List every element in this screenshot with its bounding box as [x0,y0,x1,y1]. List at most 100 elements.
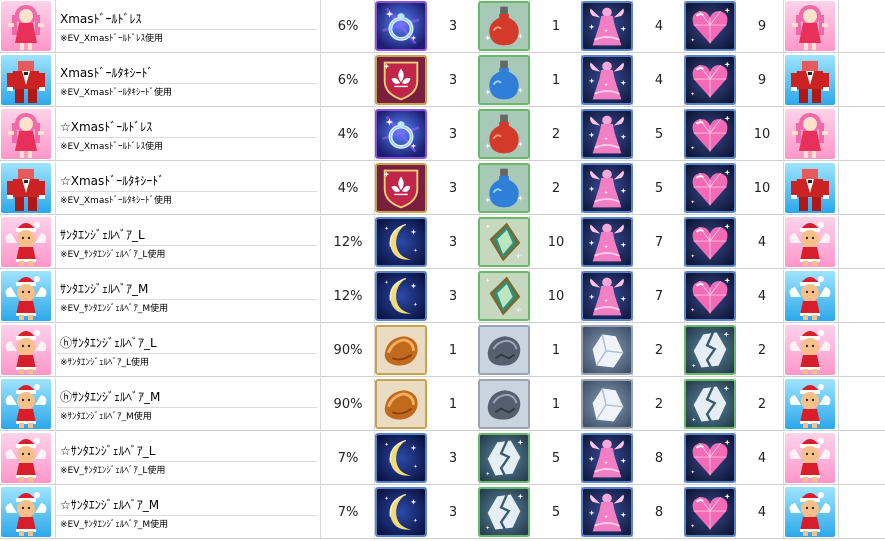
material-count: 10 [547,288,565,304]
column-divider [783,54,784,106]
santa-angel-icon [1,379,51,429]
material-icon-cell [684,108,736,160]
column-divider [838,270,839,322]
material-icon-cell [375,108,427,160]
result-avatar-right [785,108,835,160]
column-divider [838,432,839,484]
column-divider [838,54,839,106]
column-divider [783,378,784,430]
material-count: 5 [551,450,561,466]
table-row: ☆Xmasﾄﾞｰﾙﾀｷｼｰﾄﾞ ※EV_Xmasﾄﾞｰﾙﾀｷｼｰﾄﾞ使用 4% 3… [0,162,885,215]
column-divider [838,0,839,52]
item-requirement: ※EV_ｻﾝﾀｴﾝｼﾞｪﾙﾍﾞｱ_M使用 [60,520,169,530]
material-icon-cell [684,270,736,322]
column-divider [320,108,321,160]
result-avatar-right [785,0,835,52]
material-count: 3 [448,180,458,196]
material-count: 1 [551,396,561,412]
santa-angel-icon [785,379,835,429]
result-avatar-left [1,270,51,322]
material-icon-cell [375,324,427,376]
column-divider [783,162,784,214]
cracked-crystal-icon [684,379,736,429]
material-icon-cell [684,432,736,484]
column-divider [783,0,784,52]
success-rate: 7% [337,450,359,466]
pink-dress-icon [581,1,633,51]
result-avatar-right [785,54,835,106]
cracked-crystal-icon [478,433,530,483]
pink-dress-icon [581,433,633,483]
material-icon-cell [581,108,633,160]
column-divider [320,432,321,484]
pink-heart-gem-icon [684,55,736,105]
santa-angel-icon [1,325,51,375]
material-count: 2 [757,396,767,412]
dark-ore-icon [478,325,530,375]
pink-heart-gem-icon [684,271,736,321]
material-count: 10 [753,180,771,196]
green-card-icon [478,271,530,321]
material-count: 3 [448,234,458,250]
material-count: 8 [654,450,664,466]
column-divider [320,162,321,214]
copper-ore-icon [375,379,427,429]
name-divider [57,191,317,192]
item-name: Xmasﾄﾞｰﾙﾀｷｼｰﾄﾞ [60,66,154,80]
result-avatar-left [1,486,51,538]
column-divider [55,0,56,52]
material-icon-cell [478,108,530,160]
material-count: 4 [757,450,767,466]
result-avatar-left [1,162,51,214]
ring-icon [375,1,427,51]
item-requirement: ※ｻﾝﾀｴﾝｼﾞｪﾙﾍﾞｱ_M使用 [60,412,152,422]
santa-angel-icon [785,271,835,321]
item-requirement: ※EV_Xmasﾄﾞｰﾙﾀｷｼｰﾄﾞ使用 [60,88,173,98]
material-count: 5 [654,126,664,142]
doll-dress-icon [1,1,51,51]
success-rate: 4% [337,180,359,196]
column-divider [783,216,784,268]
column-divider [320,324,321,376]
material-icon-cell [684,216,736,268]
material-count: 4 [757,504,767,520]
material-count: 7 [654,288,664,304]
material-icon-cell [581,162,633,214]
material-icon-cell [581,486,633,538]
item-requirement: ※EV_ｻﾝﾀｴﾝｼﾞｪﾙﾍﾞｱ_M使用 [60,304,169,314]
material-icon-cell [478,378,530,430]
table-row: Xmasﾄﾞｰﾙﾄﾞﾚｽ ※EV_Xmasﾄﾞｰﾙﾄﾞﾚｽ使用 6% 3 1 4 … [0,0,885,53]
material-count: 8 [654,504,664,520]
pink-dress-icon [581,217,633,267]
material-count: 2 [551,126,561,142]
tuxedo-icon [785,55,835,105]
recipe-table: Xmasﾄﾞｰﾙﾄﾞﾚｽ ※EV_Xmasﾄﾞｰﾙﾄﾞﾚｽ使用 6% 3 1 4 … [0,0,885,541]
material-icon-cell [684,486,736,538]
fleur-shield-icon [375,163,427,213]
material-icon-cell [375,0,427,52]
material-count: 2 [654,396,664,412]
material-count: 2 [551,180,561,196]
santa-angel-icon [785,487,835,537]
material-icon-cell [581,54,633,106]
material-count: 1 [448,396,458,412]
column-divider [55,216,56,268]
pink-heart-gem-icon [684,433,736,483]
item-name-cell: ⓗｻﾝﾀｴﾝｼﾞｪﾙﾍﾞｱ_L ※ｻﾝﾀｴﾝｼﾞｪﾙﾍﾞｱ_L使用 [57,324,317,376]
table-row: ｻﾝﾀｴﾝｼﾞｪﾙﾍﾞｱ_M ※EV_ｻﾝﾀｴﾝｼﾞｪﾙﾍﾞｱ_M使用 12% 3… [0,270,885,323]
material-count: 7 [654,234,664,250]
result-avatar-left [1,0,51,52]
blue-potion-icon [478,55,530,105]
item-name: ⓗｻﾝﾀｴﾝｼﾞｪﾙﾍﾞｱ_L [60,336,157,350]
fleur-shield-icon [375,55,427,105]
column-divider [838,486,839,538]
cracked-crystal-icon [478,487,530,537]
material-count: 4 [654,18,664,34]
crescent-moon-icon [375,433,427,483]
column-divider [55,324,56,376]
material-icon-cell [581,432,633,484]
material-count: 3 [448,288,458,304]
pink-heart-gem-icon [684,163,736,213]
column-divider [783,324,784,376]
material-count: 3 [448,126,458,142]
